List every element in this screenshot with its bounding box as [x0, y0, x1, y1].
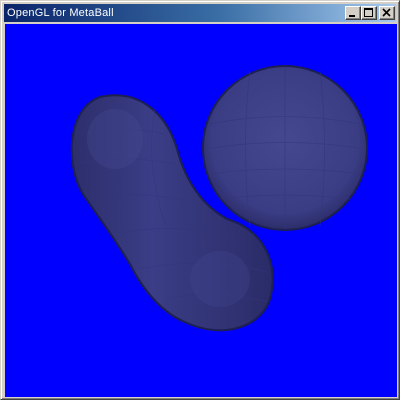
opengl-viewport[interactable] — [5, 24, 397, 397]
app-window: OpenGL for MetaBall — [0, 0, 400, 400]
close-button[interactable] — [379, 6, 395, 20]
metaball-sphere-right — [202, 65, 368, 231]
maximize-button[interactable] — [361, 6, 377, 20]
title-bar[interactable]: OpenGL for MetaBall — [4, 4, 396, 22]
metaball-render — [70, 65, 368, 332]
window-title: OpenGL for MetaBall — [7, 7, 114, 19]
minimize-button[interactable] — [345, 6, 361, 20]
